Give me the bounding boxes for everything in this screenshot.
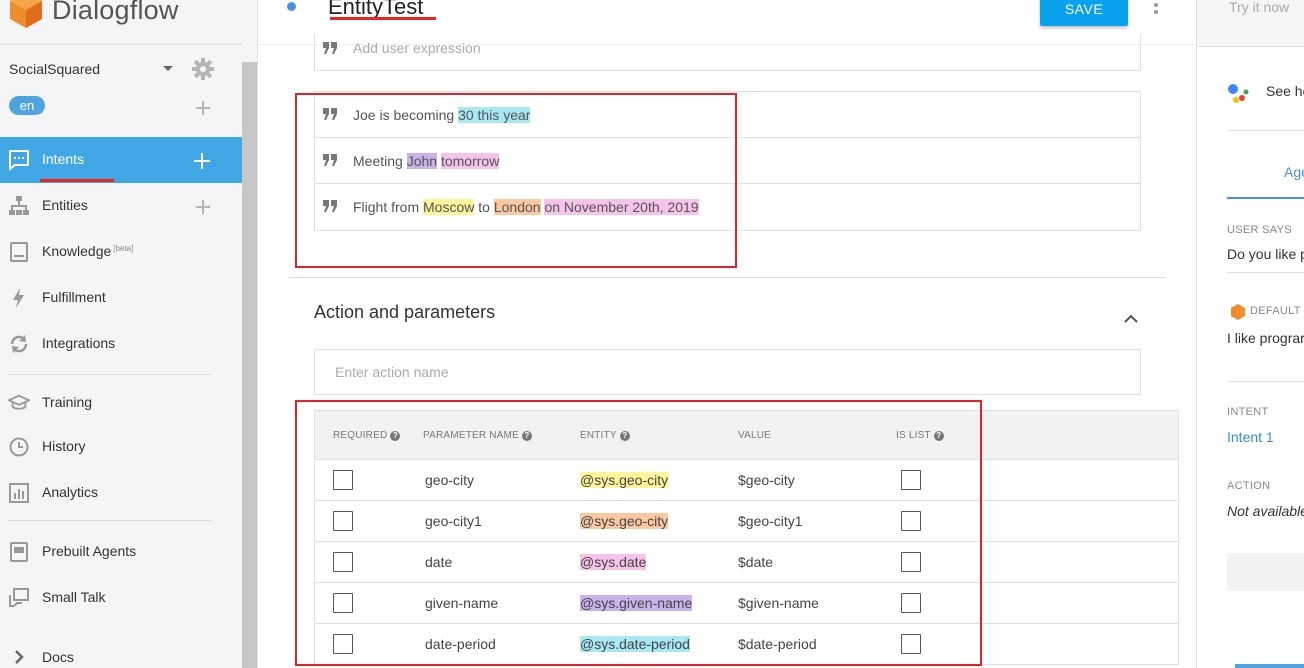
sidebar-item-knowledge[interactable]: Knowledge [beta]: [0, 229, 242, 275]
sidebar-item-label: Docs: [42, 649, 74, 665]
chevron-right-icon: [15, 650, 24, 664]
diagnostic-info-button[interactable]: [1227, 553, 1304, 591]
add-intent-icon[interactable]: [194, 153, 210, 169]
agent-name: SocialSquared: [9, 61, 101, 77]
scroll-indicator: [1235, 664, 1304, 668]
sidebar-item-label: Knowledge [beta]: [42, 243, 133, 259]
sidebar-item-fulfillment[interactable]: Fulfillment: [0, 275, 242, 321]
default-response-label: DEFAULT: [1250, 305, 1301, 317]
sidebar-item-entities[interactable]: Entities: [0, 183, 242, 229]
graduation-cap-icon: [8, 394, 30, 410]
action-label: ACTION: [1227, 480, 1271, 492]
google-assistant-icon: [1228, 84, 1249, 103]
divider: [0, 44, 242, 45]
sidebar-item-label: Integrations: [42, 335, 116, 351]
gear-icon[interactable]: [192, 58, 214, 80]
sidebar-item-integrations[interactable]: Integrations: [0, 321, 242, 367]
lightning-icon: [13, 288, 24, 308]
divider: [1227, 381, 1304, 382]
action-value: Not available: [1227, 503, 1304, 519]
user-says-value: Do you like p: [1227, 246, 1304, 262]
sidebar-item-prebuilt-agents[interactable]: Prebuilt Agents: [0, 529, 242, 575]
try-it-placeholder: Try it now: [1229, 0, 1290, 15]
divider: [8, 374, 212, 375]
see-how-link[interactable]: See ho: [1266, 83, 1304, 99]
knowledge-label: Knowledge: [42, 243, 112, 259]
beta-badge: [beta]: [113, 244, 134, 253]
default-response-value: I like prograr: [1227, 330, 1304, 346]
agent-selector[interactable]: SocialSquared: [9, 58, 219, 80]
clock-icon: [9, 437, 29, 457]
sidebar-item-label: Intents: [42, 151, 85, 167]
intent-link[interactable]: Intent 1: [1227, 429, 1274, 445]
sidebar-item-training[interactable]: Training: [0, 380, 242, 426]
action-name-input[interactable]: Enter action name: [314, 349, 1141, 395]
chevron-down-icon: [163, 66, 173, 71]
tab-indicator: [1227, 197, 1304, 199]
divider: [1227, 272, 1304, 273]
annotation-box: [295, 400, 982, 666]
tab-agent[interactable]: Age: [1284, 164, 1304, 180]
sidebar-item-small-talk[interactable]: Small Talk: [0, 575, 242, 621]
action-name-placeholder: Enter action name: [335, 364, 449, 380]
chat-bubbles-icon: [9, 588, 29, 607]
more-options-icon[interactable]: [1154, 0, 1158, 14]
add-language-icon[interactable]: [195, 100, 211, 116]
sidebar: Dialogflow SocialSquared en Intents Enti…: [0, 0, 258, 668]
user-expression-placeholder: Add user expression: [353, 40, 481, 56]
book-icon: [10, 242, 28, 262]
sidebar-item-history[interactable]: History: [0, 424, 242, 470]
dialogflow-logo[interactable]: Dialogflow: [8, 0, 179, 32]
intent-label: INTENT: [1227, 406, 1269, 418]
annotation-underline: [40, 179, 114, 182]
add-entity-icon[interactable]: [195, 199, 211, 215]
try-it-input[interactable]: Try it now: [1197, 0, 1304, 47]
sidebar-item-label: Small Talk: [42, 589, 106, 605]
agent-book-icon: [10, 542, 28, 562]
divider: [8, 520, 212, 521]
chevron-up-icon[interactable]: [1123, 310, 1139, 326]
test-console: Try it now See ho Age USER SAYS Do you l…: [1196, 0, 1304, 668]
user-says-label: USER SAYS: [1227, 224, 1292, 236]
annotation-underline: [330, 17, 436, 20]
divider: [289, 277, 1166, 278]
sync-icon: [10, 335, 28, 353]
save-button[interactable]: SAVE: [1040, 0, 1128, 26]
sidebar-item-label: Fulfillment: [42, 289, 106, 305]
dialogflow-logo-icon: [8, 0, 44, 30]
quote-icon: [323, 42, 337, 54]
sidebar-item-intents[interactable]: Intents: [0, 137, 242, 183]
sidebar-item-docs[interactable]: Docs: [0, 634, 242, 668]
language-badge[interactable]: en: [9, 96, 45, 115]
dialogflow-small-icon: [1231, 304, 1245, 320]
sidebar-item-label: History: [42, 438, 86, 454]
sidebar-scrollbar[interactable]: [242, 62, 257, 668]
hierarchy-icon: [9, 196, 29, 215]
status-dot: [287, 2, 296, 11]
add-user-expression[interactable]: Add user expression: [314, 34, 1141, 71]
sidebar-item-label: Prebuilt Agents: [42, 543, 137, 559]
sidebar-item-analytics[interactable]: Analytics: [0, 470, 242, 516]
intent-editor: EntityTest SAVE Add user expression Joe …: [258, 0, 1196, 668]
chat-icon: [9, 150, 29, 171]
brand-name: Dialogflow: [52, 0, 179, 25]
sidebar-item-label: Analytics: [42, 484, 99, 500]
sidebar-item-label: Entities: [42, 197, 88, 213]
divider: [1227, 130, 1304, 131]
section-title: Action and parameters: [314, 302, 496, 322]
bar-chart-icon: [9, 483, 29, 503]
annotation-box: [295, 93, 737, 268]
sidebar-item-label: Training: [42, 394, 93, 410]
